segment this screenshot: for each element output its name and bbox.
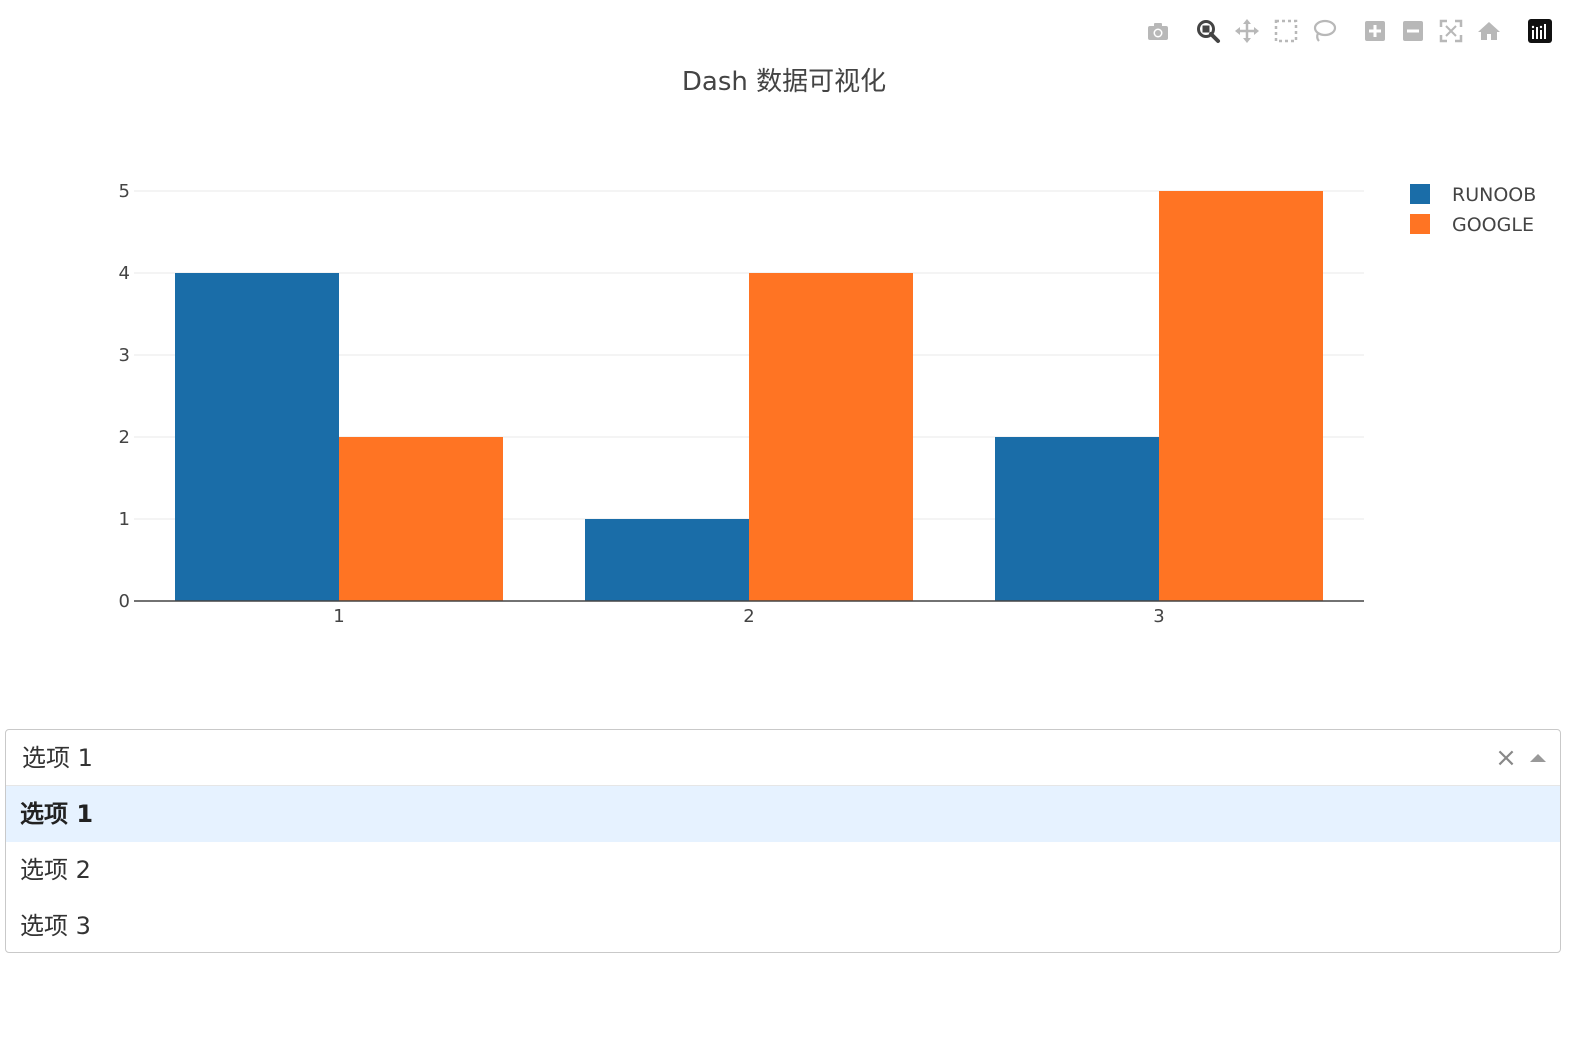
legend-item[interactable]: GOOGLE [1410,214,1534,236]
y-tick-label: 5 [119,181,130,202]
bar-runoob-1[interactable] [175,273,339,601]
bar-runoob-2[interactable] [585,519,749,601]
dropdown-option[interactable]: 选项 2 [6,842,1560,898]
legend-label: RUNOOB [1452,184,1536,206]
y-tick-label: 2 [119,427,130,448]
legend-label: GOOGLE [1452,214,1534,236]
legend-item[interactable]: RUNOOB [1410,184,1536,206]
dropdown-control[interactable]: 选项 1 × [6,730,1560,786]
dropdown-option[interactable]: 选项 1 [6,786,1560,842]
y-tick-label: 1 [119,509,130,530]
bar-runoob-3[interactable] [995,437,1159,601]
bar-google-2[interactable] [749,273,913,601]
y-tick-label: 3 [119,345,130,366]
bar-chart: Dash 数据可视化 0 1 2 3 4 5 1 2 3 RUNOOB GOOGLE [119,67,1537,627]
chevron-up-icon[interactable] [1530,754,1546,762]
x-tick-label: 2 [743,606,754,627]
x-tick-label: 3 [1153,606,1164,627]
y-tick-labels: 0 1 2 3 4 5 [119,181,130,612]
y-tick-label: 0 [119,591,130,612]
bar-google-3[interactable] [1159,191,1323,601]
x-tick-label: 1 [333,606,344,627]
legend-swatch [1410,184,1430,204]
y-tick-label: 4 [119,263,130,284]
bars [175,191,1323,601]
bar-google-1[interactable] [339,437,503,601]
dropdown-selected-value: 选项 1 [22,744,93,772]
dropdown-menu: 选项 1 选项 2 选项 3 [6,786,1560,952]
dropdown-option[interactable]: 选项 3 [6,898,1560,952]
dash-app: Dash 数据可视化 0 1 2 3 4 5 1 2 3 RUNOOB GOOGLE 选项 1 … [0,0,1572,1038]
chart-title: Dash 数据可视化 [682,67,886,97]
options-dropdown[interactable]: 选项 1 × 选项 1 选项 2 选项 3 [5,729,1561,953]
x-tick-labels: 1 2 3 [333,606,1164,627]
legend-swatch [1410,214,1430,234]
clear-icon[interactable]: × [1492,743,1520,773]
legend: RUNOOB GOOGLE [1410,184,1536,236]
